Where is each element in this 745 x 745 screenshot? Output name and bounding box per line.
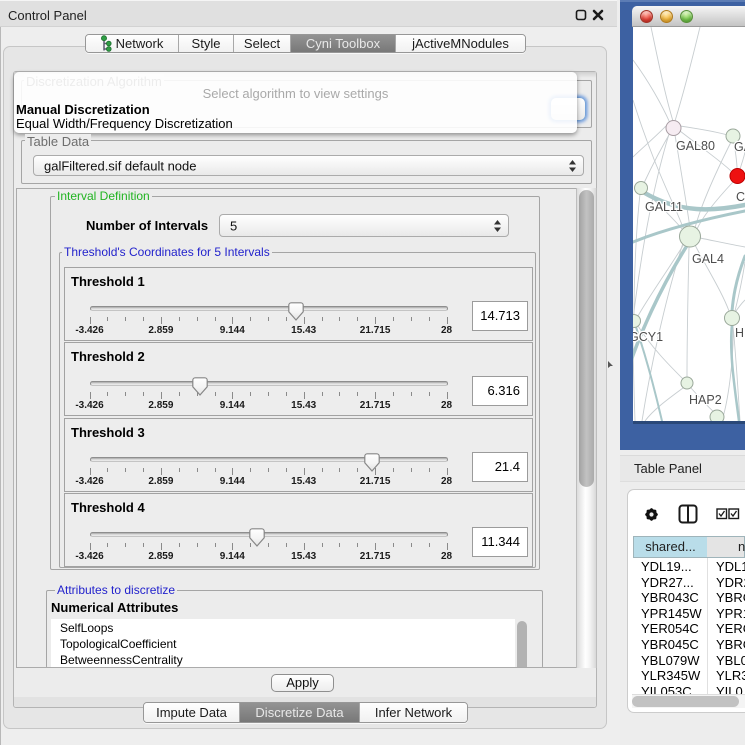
svg-text:GCY1: GCY1	[633, 330, 663, 344]
svg-text:GAL4: GAL4	[692, 252, 724, 266]
svg-text:GAL80: GAL80	[676, 139, 715, 153]
svg-text:GAL11: GAL11	[645, 200, 683, 214]
svg-text:GA: GA	[734, 140, 745, 154]
svg-text:HAP2: HAP2	[689, 393, 722, 407]
svg-text:C: C	[736, 190, 745, 204]
svg-text:H: H	[735, 326, 744, 340]
